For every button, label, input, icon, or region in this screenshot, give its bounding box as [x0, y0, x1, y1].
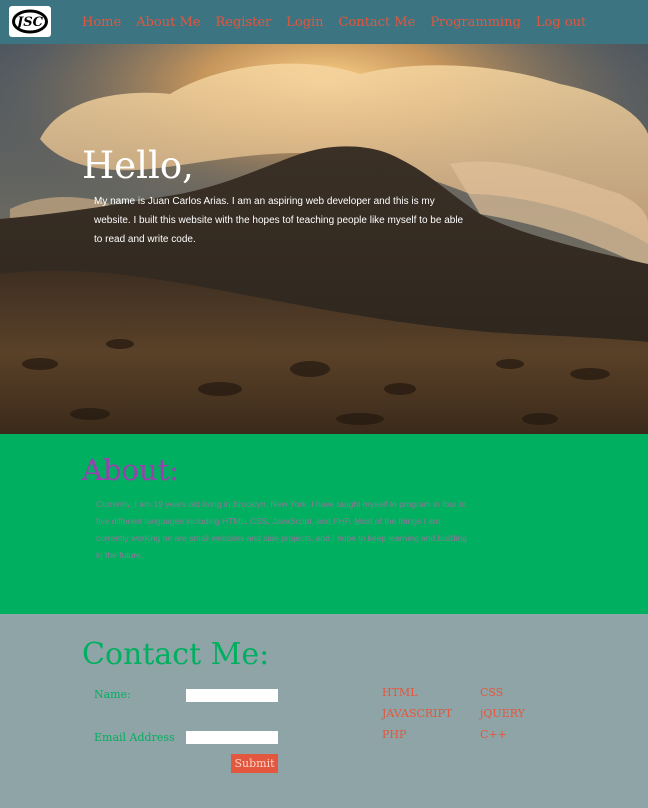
skill-html: HTML [382, 686, 418, 699]
nav-link-programming[interactable]: Programming [430, 15, 521, 30]
logo-icon: JSC [12, 9, 48, 34]
contact-title: Contact Me: [82, 637, 270, 672]
nav-link-about-me[interactable]: About Me [136, 15, 200, 30]
hero-section: Hello, My name is Juan Carlos Arias. I a… [0, 44, 648, 434]
svg-text:JSC: JSC [14, 15, 44, 30]
name-input[interactable] [186, 689, 278, 702]
nav-link-home[interactable]: Home [82, 15, 121, 30]
site-logo[interactable]: JSC [9, 6, 51, 37]
email-label: Email Address [94, 731, 175, 744]
nav-link-register[interactable]: Register [215, 15, 271, 30]
skill-javascript: JAVASCRIPT [382, 707, 453, 720]
contact-section: Contact Me: Name: Email Address Submit H… [0, 614, 648, 808]
skill-cpp: C++ [480, 728, 507, 741]
nav-link-contact-me[interactable]: Contact Me [339, 15, 416, 30]
name-label: Name: [94, 688, 131, 701]
nav-links: Home About Me Register Login Contact Me … [82, 0, 601, 44]
submit-button[interactable]: Submit [231, 754, 278, 773]
about-title: About: [82, 453, 180, 487]
skill-css: CSS [480, 686, 504, 699]
skill-php: PHP [382, 728, 407, 741]
nav-link-log-out[interactable]: Log out [536, 15, 586, 30]
about-section: About: Currently, I am 19 years old livi… [0, 434, 648, 614]
nav-link-login[interactable]: Login [286, 15, 323, 30]
email-input[interactable] [186, 731, 278, 744]
about-text: Currently, I am 19 years old living in B… [96, 499, 467, 560]
skill-jquery: jQUERY [480, 707, 525, 720]
navbar: JSC Home About Me Register Login Contact… [0, 0, 648, 44]
hero-title: Hello, [82, 144, 194, 187]
hero-text: My name is Juan Carlos Arias. I am an as… [94, 196, 464, 245]
